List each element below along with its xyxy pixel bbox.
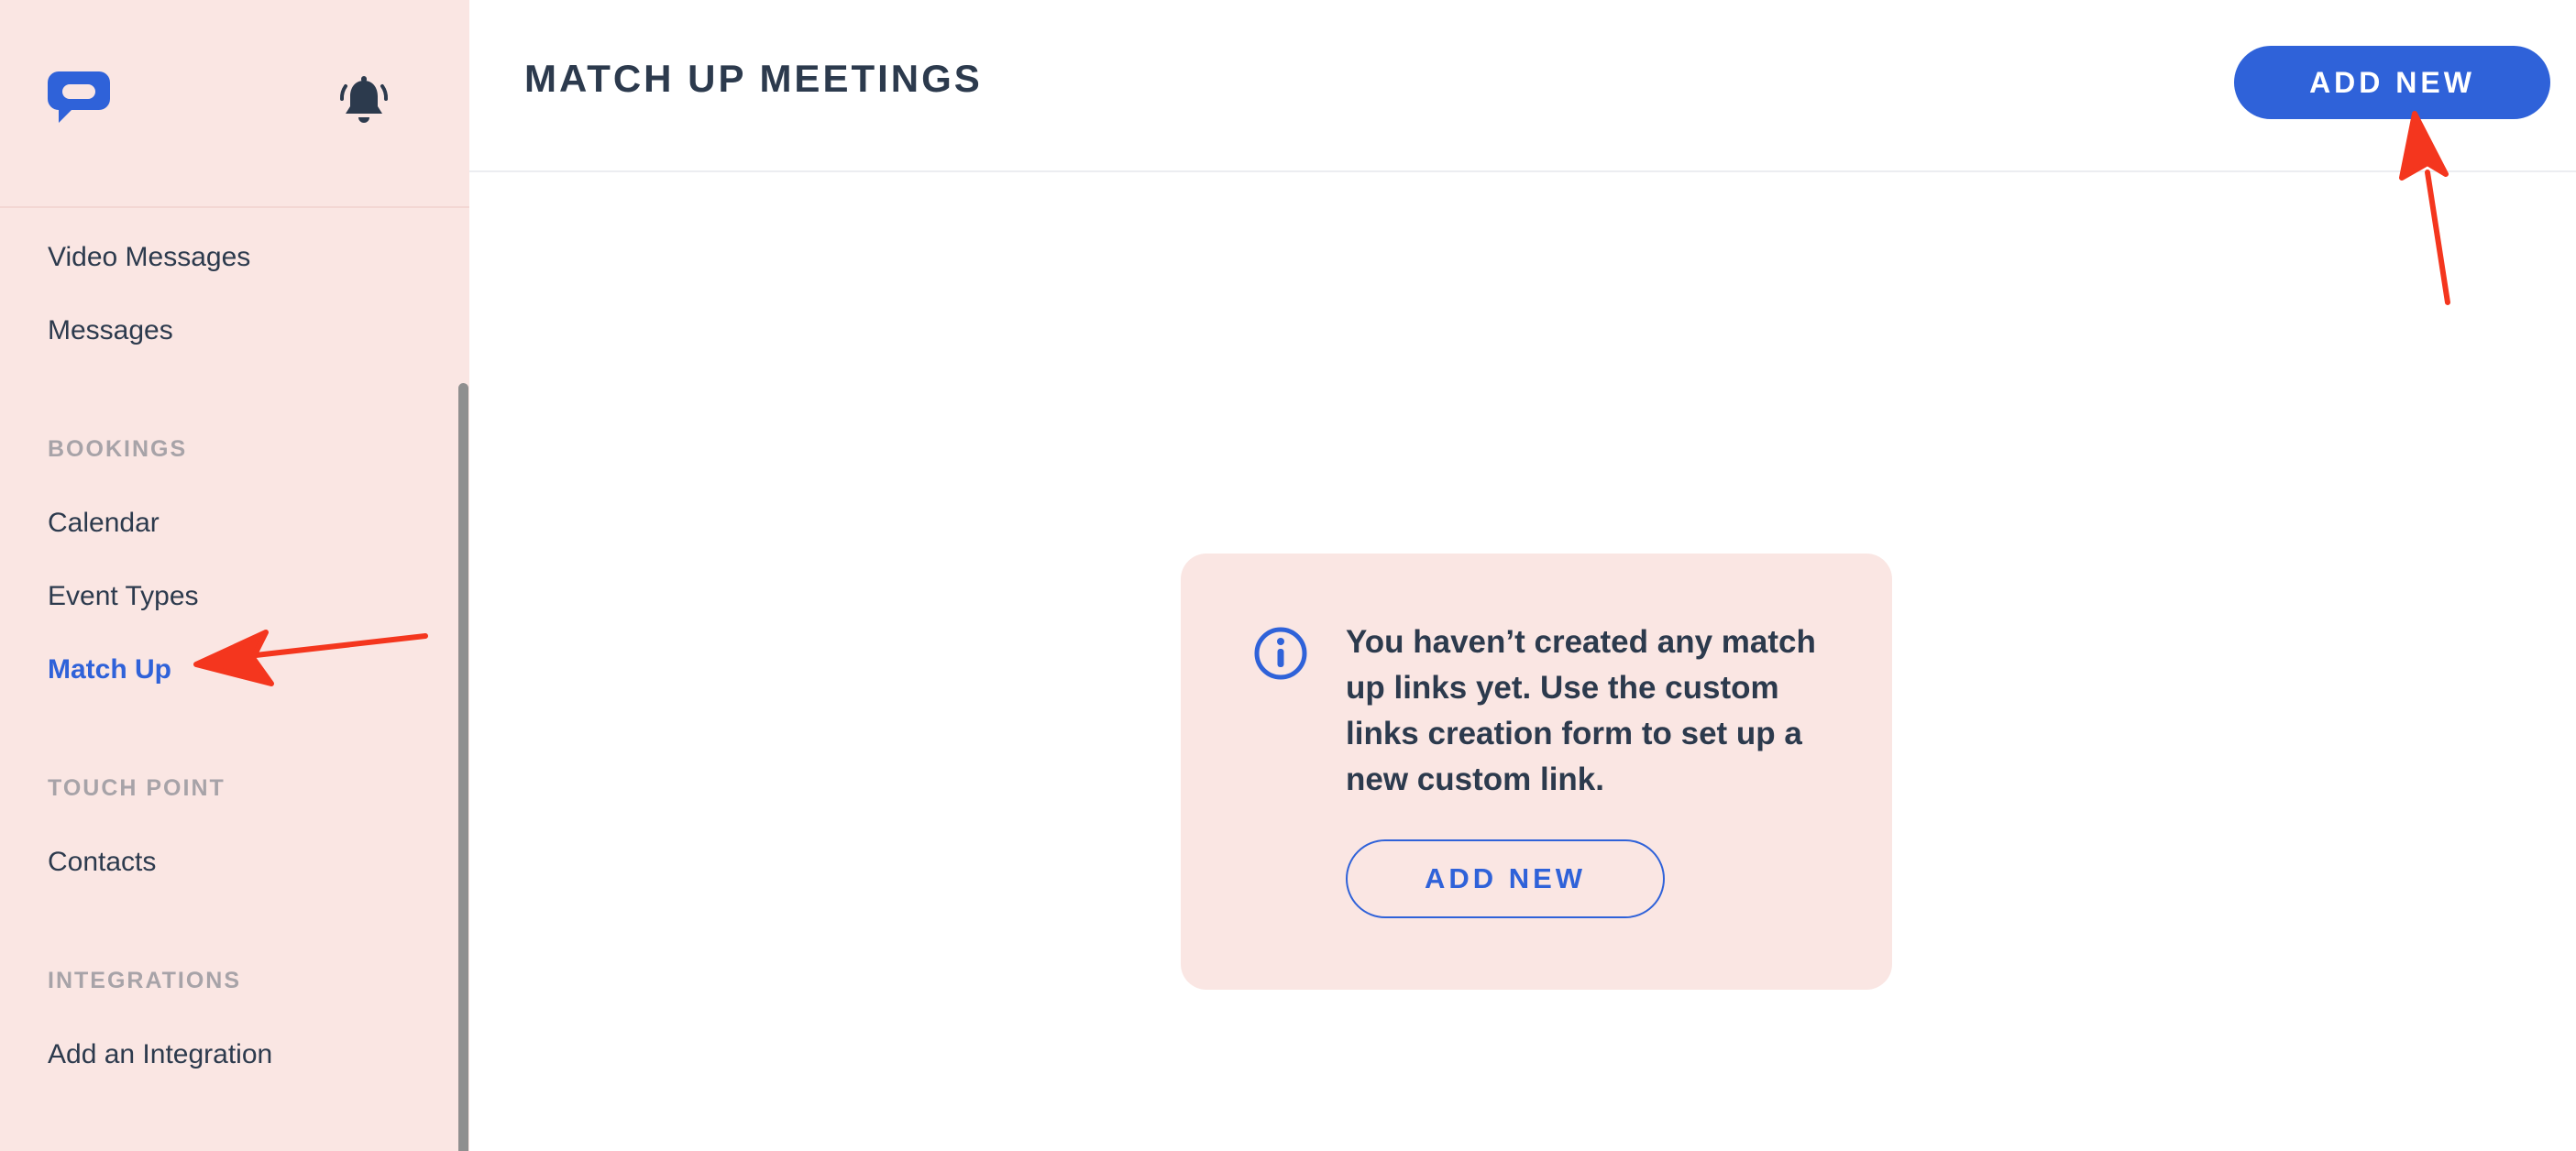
- section-label-touch-point: TOUCH POINT: [48, 775, 226, 801]
- sidebar-header: [0, 0, 469, 208]
- add-new-button[interactable]: ADD NEW: [2234, 46, 2550, 119]
- sidebar-item-match-up[interactable]: Match Up: [48, 654, 171, 685]
- sidebar-item-calendar[interactable]: Calendar: [48, 508, 160, 539]
- sidebar-item-add-integration[interactable]: Add an Integration: [48, 1039, 272, 1070]
- section-label-integrations: INTEGRATIONS: [48, 968, 242, 993]
- bell-icon[interactable]: [339, 73, 389, 126]
- info-icon: [1254, 627, 1307, 680]
- sidebar-item-video-messages[interactable]: Video Messages: [48, 242, 250, 273]
- sidebar-scrollbar[interactable]: [458, 383, 468, 1151]
- page-title: MATCH UP MEETINGS: [524, 57, 983, 100]
- sidebar-item-messages[interactable]: Messages: [48, 315, 173, 346]
- sidebar-item-event-types[interactable]: Event Types: [48, 581, 199, 612]
- app-window: Video Messages Messages BOOKINGS Calenda…: [0, 0, 2576, 1151]
- empty-state-add-new-button[interactable]: ADD NEW: [1346, 839, 1665, 918]
- section-label-bookings: BOOKINGS: [48, 436, 188, 462]
- sidebar: Video Messages Messages BOOKINGS Calenda…: [0, 0, 469, 1151]
- chat-bubble-logo-icon[interactable]: [46, 68, 112, 125]
- page-header: MATCH UP MEETINGS ADD NEW: [469, 0, 2576, 172]
- empty-state-message: You haven’t created any match up links y…: [1346, 624, 1816, 797]
- empty-state-card: You haven’t created any match up links y…: [1181, 554, 1892, 990]
- sidebar-item-contacts[interactable]: Contacts: [48, 847, 156, 878]
